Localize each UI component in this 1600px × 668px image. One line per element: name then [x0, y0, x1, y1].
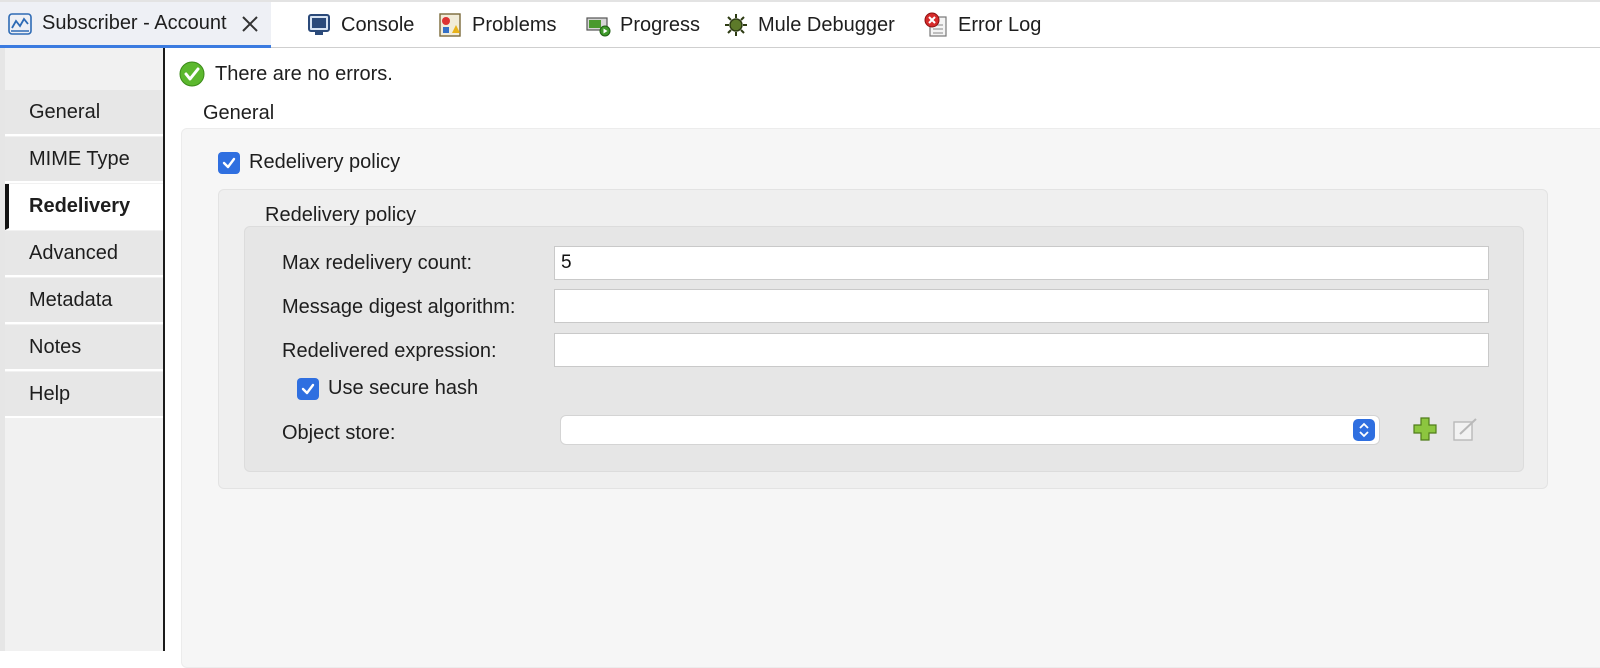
sidebar-item-label: Notes: [29, 335, 82, 358]
progress-icon: [584, 11, 612, 39]
redelivered-expression-input[interactable]: [554, 333, 1489, 367]
tab-mule-debugger[interactable]: Mule Debugger: [722, 2, 895, 48]
edit-object-store-button[interactable]: [1451, 417, 1479, 445]
sidebar-item-label: MIME Type: [29, 147, 130, 170]
checkbox-label: Redelivery policy: [249, 151, 401, 173]
redelivery-policy-group: Redelivery policy Max redelivery count: …: [218, 189, 1548, 489]
tab-console[interactable]: Console: [305, 2, 414, 48]
checkbox-label: Use secure hash: [328, 377, 479, 399]
sidebar-item-label: General: [29, 100, 101, 123]
edit-icon: [1452, 416, 1478, 447]
tab-label: Error Log: [958, 13, 1042, 36]
properties-main: There are no errors. General Redelivery …: [165, 48, 1600, 668]
problems-icon: [436, 11, 464, 39]
tab-label: Progress: [620, 13, 701, 36]
sidebar-item-label: Metadata: [29, 288, 113, 311]
checkbox-checked-icon[interactable]: [218, 151, 240, 174]
sidebar-item-label: Help: [29, 382, 71, 405]
message-digest-label: Message digest algorithm:: [282, 296, 516, 318]
object-store-label: Object store:: [282, 422, 396, 444]
tab-label: Console: [341, 13, 415, 36]
tab-label: Problems: [472, 13, 557, 36]
select-arrows-icon[interactable]: [1353, 419, 1375, 441]
general-panel: Redelivery policy Redelivery policy Max …: [181, 128, 1600, 668]
redelivered-expression-label: Redelivered expression:: [282, 340, 497, 362]
properties-sidebar: General MIME Type Redelivery Advanced Me…: [0, 48, 165, 651]
sidebar-item-mime-type[interactable]: MIME Type: [5, 137, 163, 183]
max-redelivery-label: Max redelivery count:: [282, 252, 473, 274]
close-icon[interactable]: [239, 13, 261, 35]
flow-icon: [6, 10, 34, 38]
sidebar-item-redelivery[interactable]: Redelivery: [5, 184, 163, 230]
max-redelivery-input[interactable]: 5: [554, 246, 1489, 280]
status-message: There are no errors.: [215, 62, 393, 85]
sidebar-item-general[interactable]: General: [5, 90, 163, 136]
tab-problems[interactable]: Problems: [436, 2, 556, 48]
tab-label: Mule Debugger: [758, 13, 895, 36]
console-icon: [305, 11, 333, 39]
tab-label: Subscriber - Account: [42, 12, 227, 34]
editor-tab-bar: Subscriber - Account Console Problems Pr…: [0, 0, 1600, 48]
debugger-icon: [722, 11, 750, 39]
sidebar-item-metadata[interactable]: Metadata: [5, 278, 163, 324]
sidebar-item-notes[interactable]: Notes: [5, 325, 163, 371]
sidebar-item-label: Advanced: [29, 241, 118, 264]
add-icon: [1412, 416, 1438, 447]
tab-progress[interactable]: Progress: [584, 2, 700, 48]
validation-status: There are no errors.: [179, 60, 393, 88]
tab-error-log[interactable]: Error Log: [922, 2, 1041, 48]
redelivery-fields-container: Max redelivery count: 5 Message digest a…: [244, 226, 1524, 472]
add-object-store-button[interactable]: [1411, 416, 1439, 447]
redelivery-policy-checkbox[interactable]: Redelivery policy: [218, 151, 400, 174]
message-digest-input[interactable]: [554, 289, 1489, 323]
sidebar-item-help[interactable]: Help: [5, 372, 163, 418]
section-title-general: General: [203, 102, 275, 124]
object-store-select[interactable]: [560, 415, 1380, 445]
tab-subscriber-account[interactable]: Subscriber - Account: [0, 2, 271, 48]
success-check-icon: [179, 61, 205, 87]
checkbox-checked-icon[interactable]: [297, 377, 319, 400]
sidebar-item-label: Redelivery: [29, 194, 131, 217]
group-title: Redelivery policy: [265, 204, 417, 226]
use-secure-hash-checkbox[interactable]: Use secure hash: [297, 377, 478, 400]
error-log-icon: [922, 11, 950, 39]
sidebar-item-advanced[interactable]: Advanced: [5, 231, 163, 277]
